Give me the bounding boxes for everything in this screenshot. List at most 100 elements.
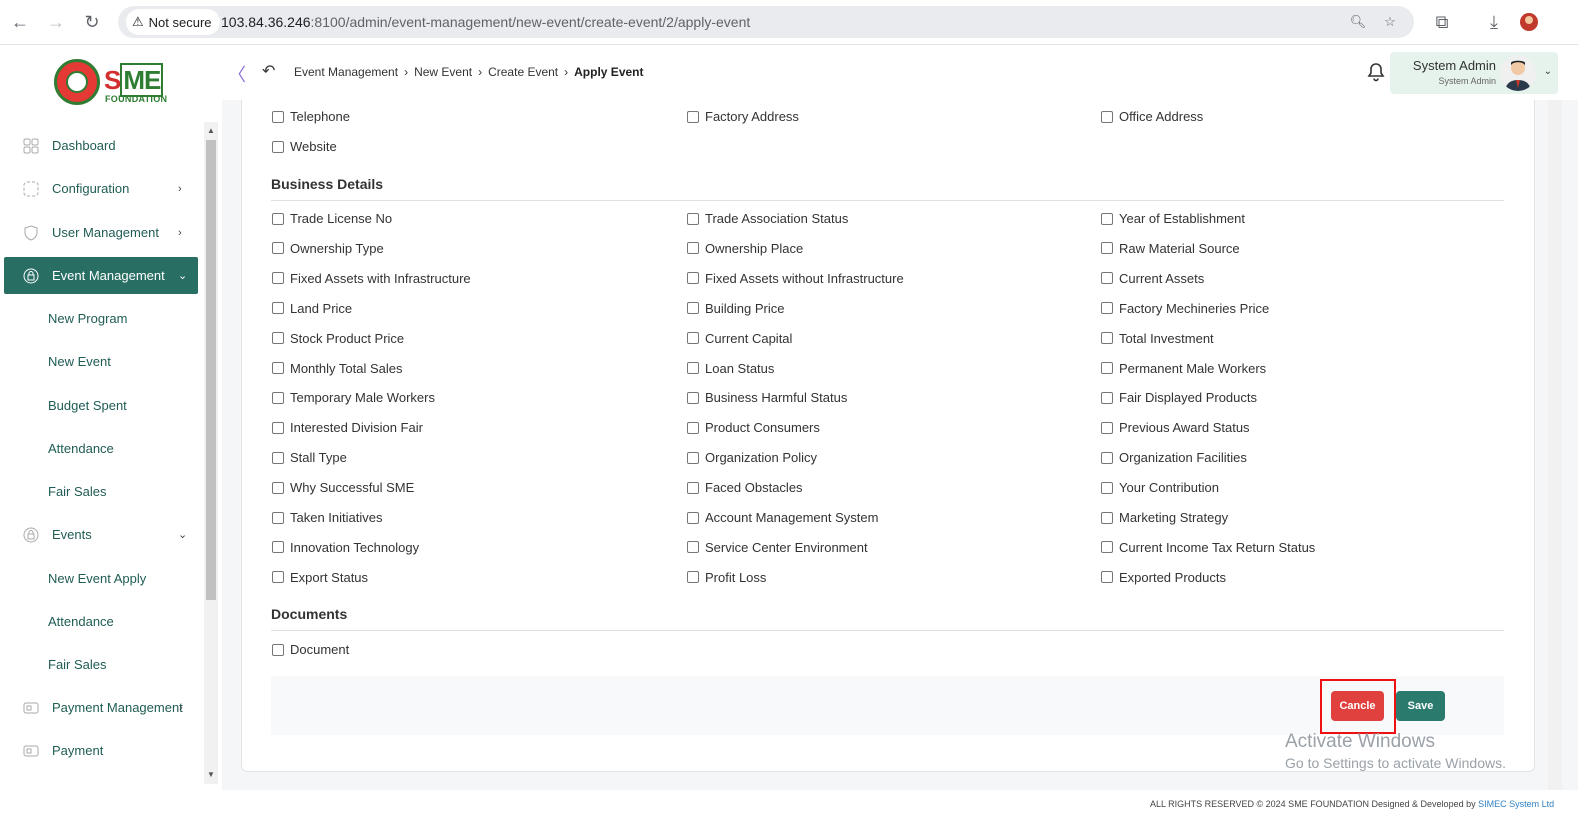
checkbox-box[interactable]	[687, 571, 699, 584]
checkbox-box[interactable]	[1101, 110, 1113, 123]
checkbox-fixed-assets-with-infrastructure[interactable]: Fixed Assets with Infrastructure	[272, 271, 471, 286]
sidebar-scrollbar[interactable]: ▲ ▼	[204, 122, 218, 784]
back-icon[interactable]: ↶	[262, 61, 275, 81]
checkbox-service-center-environment[interactable]: Service Center Environment	[687, 540, 868, 555]
checkbox-current-assets[interactable]: Current Assets	[1101, 271, 1204, 286]
checkbox-organization-policy[interactable]: Organization Policy	[687, 450, 817, 465]
breadcrumb-create-event[interactable]: Create Event	[488, 65, 558, 79]
checkbox-box[interactable]	[272, 391, 284, 404]
checkbox-export-status[interactable]: Export Status	[272, 570, 368, 585]
sidebar-item-user-management[interactable]: User Management ›	[4, 214, 198, 251]
breadcrumb-event-management[interactable]: Event Management	[294, 65, 398, 79]
checkbox-box[interactable]	[1101, 242, 1113, 255]
checkbox-raw-material-source[interactable]: Raw Material Source	[1101, 241, 1240, 256]
scroll-down-icon[interactable]: ▼	[207, 770, 215, 779]
checkbox-box[interactable]	[272, 212, 284, 225]
page-scrollbar[interactable]	[1548, 100, 1562, 790]
checkbox-temporary-male-workers[interactable]: Temporary Male Workers	[272, 390, 435, 405]
checkbox-box[interactable]	[272, 421, 284, 434]
checkbox-previous-award-status[interactable]: Previous Award Status	[1101, 420, 1250, 435]
checkbox-box[interactable]	[1101, 511, 1113, 524]
checkbox-box[interactable]	[272, 272, 284, 285]
checkbox-year-of-establishment[interactable]: Year of Establishment	[1101, 211, 1245, 226]
checkbox-website[interactable]: Website	[272, 139, 337, 154]
checkbox-fixed-assets-without-infrastructure[interactable]: Fixed Assets without Infrastructure	[687, 271, 904, 286]
sidebar-subitem-new-event[interactable]: New Event	[48, 354, 111, 369]
sidebar-subitem-new-event-apply[interactable]: New Event Apply	[48, 571, 146, 586]
checkbox-interested-division-fair[interactable]: Interested Division Fair	[272, 420, 423, 435]
url-text[interactable]: 103.84.36.246:8100/admin/event-managemen…	[221, 14, 750, 30]
checkbox-current-capital[interactable]: Current Capital	[687, 331, 792, 346]
checkbox-box[interactable]	[1101, 571, 1113, 584]
checkbox-box[interactable]	[687, 391, 699, 404]
checkbox-ownership-place[interactable]: Ownership Place	[687, 241, 803, 256]
reload-icon[interactable]: ↻	[80, 10, 104, 34]
checkbox-box[interactable]	[1101, 302, 1113, 315]
checkbox-monthly-total-sales[interactable]: Monthly Total Sales	[272, 361, 403, 376]
sidebar-item-configuration[interactable]: Configuration ›	[4, 170, 198, 207]
checkbox-box[interactable]	[272, 140, 284, 153]
checkbox-marketing-strategy[interactable]: Marketing Strategy	[1101, 510, 1228, 525]
checkbox-box[interactable]	[687, 332, 699, 345]
profile-avatar-icon[interactable]	[1517, 10, 1541, 34]
checkbox-document[interactable]: Document	[272, 642, 349, 657]
sidebar-item-payment-management[interactable]: Payment Management ›	[4, 689, 198, 726]
checkbox-factory-address[interactable]: Factory Address	[687, 109, 799, 124]
checkbox-box[interactable]	[687, 451, 699, 464]
checkbox-box[interactable]	[272, 110, 284, 123]
sidebar-subitem-fair-sales[interactable]: Fair Sales	[48, 484, 107, 499]
checkbox-box[interactable]	[272, 302, 284, 315]
checkbox-box[interactable]	[1101, 391, 1113, 404]
checkbox-box[interactable]	[1101, 541, 1113, 554]
checkbox-box[interactable]	[1101, 451, 1113, 464]
checkbox-box[interactable]	[272, 481, 284, 494]
checkbox-innovation-technology[interactable]: Innovation Technology	[272, 540, 419, 555]
checkbox-office-address[interactable]: Office Address	[1101, 109, 1203, 124]
checkbox-business-harmful-status[interactable]: Business Harmful Status	[687, 390, 847, 405]
download-icon[interactable]: ⤓	[1482, 10, 1506, 34]
checkbox-current-income-tax-return-status[interactable]: Current Income Tax Return Status	[1101, 540, 1315, 555]
checkbox-box[interactable]	[687, 481, 699, 494]
checkbox-box[interactable]	[1101, 332, 1113, 345]
checkbox-stock-product-price[interactable]: Stock Product Price	[272, 331, 404, 346]
checkbox-box[interactable]	[687, 421, 699, 434]
checkbox-box[interactable]	[272, 541, 284, 554]
checkbox-box[interactable]	[272, 242, 284, 255]
checkbox-box[interactable]	[687, 302, 699, 315]
zoom-icon[interactable]: 🔍︎	[1348, 12, 1368, 32]
bell-icon[interactable]	[1365, 61, 1387, 83]
checkbox-factory-mechineries-price[interactable]: Factory Mechineries Price	[1101, 301, 1269, 316]
security-chip[interactable]: ⚠ Not secure	[126, 9, 220, 35]
sidebar-subitem-events-attendance[interactable]: Attendance	[48, 614, 114, 629]
checkbox-box[interactable]	[272, 332, 284, 345]
checkbox-box[interactable]	[272, 362, 284, 374]
checkbox-building-price[interactable]: Building Price	[687, 301, 785, 316]
checkbox-taken-initiatives[interactable]: Taken Initiatives	[272, 510, 383, 525]
checkbox-organization-facilities[interactable]: Organization Facilities	[1101, 450, 1247, 465]
footer-developer-link[interactable]: SIMEC System Ltd	[1478, 799, 1554, 809]
user-menu[interactable]: System Admin System Admin ⌄	[1390, 52, 1558, 94]
checkbox-trade-license-no[interactable]: Trade License No	[272, 211, 392, 226]
sidebar-item-dashboard[interactable]: Dashboard	[4, 127, 198, 164]
sidebar-subitem-budget-spent[interactable]: Budget Spent	[48, 398, 127, 413]
checkbox-box[interactable]	[1101, 362, 1113, 374]
sidebar-item-event-management[interactable]: Event Management ⌄	[4, 257, 198, 294]
sidebar-scroll-thumb[interactable]	[206, 140, 216, 600]
bookmark-star-icon[interactable]: ☆	[1380, 12, 1400, 32]
breadcrumb-new-event[interactable]: New Event	[414, 65, 472, 79]
checkbox-why-successful-sme[interactable]: Why Successful SME	[272, 480, 414, 495]
checkbox-box[interactable]	[687, 541, 699, 554]
checkbox-product-consumers[interactable]: Product Consumers	[687, 420, 820, 435]
checkbox-telephone[interactable]: Telephone	[272, 109, 350, 124]
sidebar-subitem-new-program[interactable]: New Program	[48, 311, 127, 326]
checkbox-box[interactable]	[687, 511, 699, 524]
checkbox-box[interactable]	[1101, 212, 1113, 225]
scroll-up-icon[interactable]: ▲	[207, 126, 215, 135]
checkbox-land-price[interactable]: Land Price	[272, 301, 352, 316]
collapse-sidebar-icon[interactable]: 〈	[228, 61, 246, 87]
checkbox-box[interactable]	[272, 511, 284, 524]
sidebar-item-payment[interactable]: Payment	[4, 732, 198, 769]
sidebar-subitem-events-fair-sales[interactable]: Fair Sales	[48, 657, 107, 672]
checkbox-faced-obstacles[interactable]: Faced Obstacles	[687, 480, 803, 495]
checkbox-box[interactable]	[687, 212, 699, 225]
